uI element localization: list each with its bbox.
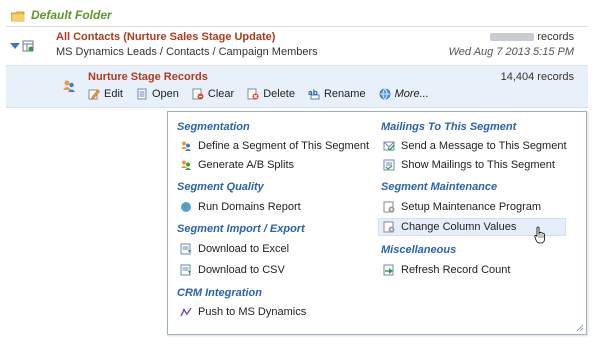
clear-icon <box>192 88 204 100</box>
segment-quality-heading: Segment Quality <box>177 181 264 193</box>
download-csv-label: Download to CSV <box>198 264 285 276</box>
contacts-row[interactable]: All Contacts (Nurture Sales Stage Update… <box>6 27 588 66</box>
download-excel-item[interactable]: Download to Excel <box>180 241 289 257</box>
record-list: All Contacts (Nurture Sales Stage Update… <box>6 26 588 108</box>
contacts-date: Wed Aug 7 2013 5:15 PM <box>448 46 574 58</box>
open-button[interactable]: Open <box>136 88 179 100</box>
segmentation-heading: Segmentation <box>177 121 250 133</box>
delete-label: Delete <box>263 88 295 100</box>
ab-splits-item[interactable]: Generate A/B Splits <box>180 157 294 173</box>
misc-heading: Miscellaneous <box>381 244 457 256</box>
push-dynamics-item[interactable]: Push to MS Dynamics <box>180 304 306 320</box>
nurture-title[interactable]: Nurture Stage Records <box>88 71 208 83</box>
hand-cursor-icon <box>534 226 545 244</box>
crm-heading: CRM Integration <box>177 287 262 299</box>
refresh-icon <box>383 264 394 276</box>
linked-table-icon <box>22 40 34 52</box>
define-segment-label: Define a Segment of This Segment <box>198 140 370 152</box>
clear-label: Clear <box>207 88 235 100</box>
edit-button[interactable]: Edit <box>88 88 123 100</box>
resize-grip-icon[interactable] <box>576 324 584 332</box>
record-toolbar: Edit Open Clear Delete ab Rename More... <box>88 86 442 102</box>
more-actions-menu: Segmentation Define a Segment of This Se… <box>167 111 587 335</box>
import-export-heading: Segment Import / Export <box>177 223 305 235</box>
rename-button[interactable]: ab Rename <box>308 88 366 100</box>
more-button[interactable]: More... <box>379 88 429 100</box>
maintenance-icon <box>383 201 395 213</box>
refresh-count-item[interactable]: Refresh Record Count <box>383 262 510 278</box>
ab-splits-label: Generate A/B Splits <box>198 159 294 171</box>
open-label: Open <box>151 88 179 100</box>
edit-label: Edit <box>104 88 123 100</box>
segment-people-icon <box>181 141 191 151</box>
send-mail-icon <box>383 141 395 152</box>
delete-icon <box>247 88 259 100</box>
push-icon <box>180 307 192 317</box>
expand-arrow-icon[interactable] <box>10 43 20 49</box>
change-column-values-label: Change Column Values <box>401 221 517 233</box>
send-message-label: Send a Message to This Segment <box>401 140 567 152</box>
maintenance-icon <box>383 221 395 233</box>
maintenance-heading: Segment Maintenance <box>381 181 498 193</box>
pencil-icon <box>88 89 100 100</box>
mailings-heading: Mailings To This Segment <box>381 121 517 133</box>
folder-icon <box>11 11 25 22</box>
clear-button[interactable]: Clear <box>192 88 234 100</box>
globe-icon <box>181 202 191 212</box>
open-document-icon <box>137 88 147 100</box>
mailing-list-icon <box>383 159 395 171</box>
download-excel-label: Download to Excel <box>198 243 290 255</box>
rename-label: Rename <box>323 88 366 100</box>
refresh-count-label: Refresh Record Count <box>401 264 511 276</box>
domains-report-label: Run Domains Report <box>198 201 301 213</box>
show-mailings-label: Show Mailings to This Segment <box>401 159 555 171</box>
domains-report-item[interactable]: Run Domains Report <box>180 199 301 215</box>
show-mailings-item[interactable]: Show Mailings to This Segment <box>383 157 555 173</box>
download-icon <box>180 243 191 255</box>
more-label: More... <box>394 88 429 100</box>
setup-maintenance-item[interactable]: Setup Maintenance Program <box>383 199 541 215</box>
download-csv-item[interactable]: Download to CSV <box>180 262 285 278</box>
nurture-row[interactable]: Nurture Stage Records 14,404 records Edi… <box>6 66 588 108</box>
nurture-record-count: 14,404 records <box>500 71 574 83</box>
contacts-record-count: records <box>490 31 574 43</box>
records-label: records <box>537 31 574 43</box>
contacts-path: MS Dynamics Leads / Contacts / Campaign … <box>56 46 318 58</box>
define-segment-item[interactable]: Define a Segment of This Segment <box>180 138 369 154</box>
setup-maintenance-label: Setup Maintenance Program <box>401 201 542 213</box>
contacts-title[interactable]: All Contacts (Nurture Sales Stage Update… <box>56 31 275 43</box>
rename-icon: ab <box>308 89 320 100</box>
send-message-item[interactable]: Send a Message to This Segment <box>383 138 567 154</box>
download-icon <box>180 264 191 276</box>
segment-people-icon <box>181 160 191 170</box>
delete-button[interactable]: Delete <box>247 88 295 100</box>
push-dynamics-label: Push to MS Dynamics <box>198 306 307 318</box>
globe-icon <box>379 88 390 100</box>
redacted-count <box>490 33 535 42</box>
segment-people-icon <box>63 80 75 92</box>
folder-title[interactable]: Default Folder <box>31 8 112 22</box>
